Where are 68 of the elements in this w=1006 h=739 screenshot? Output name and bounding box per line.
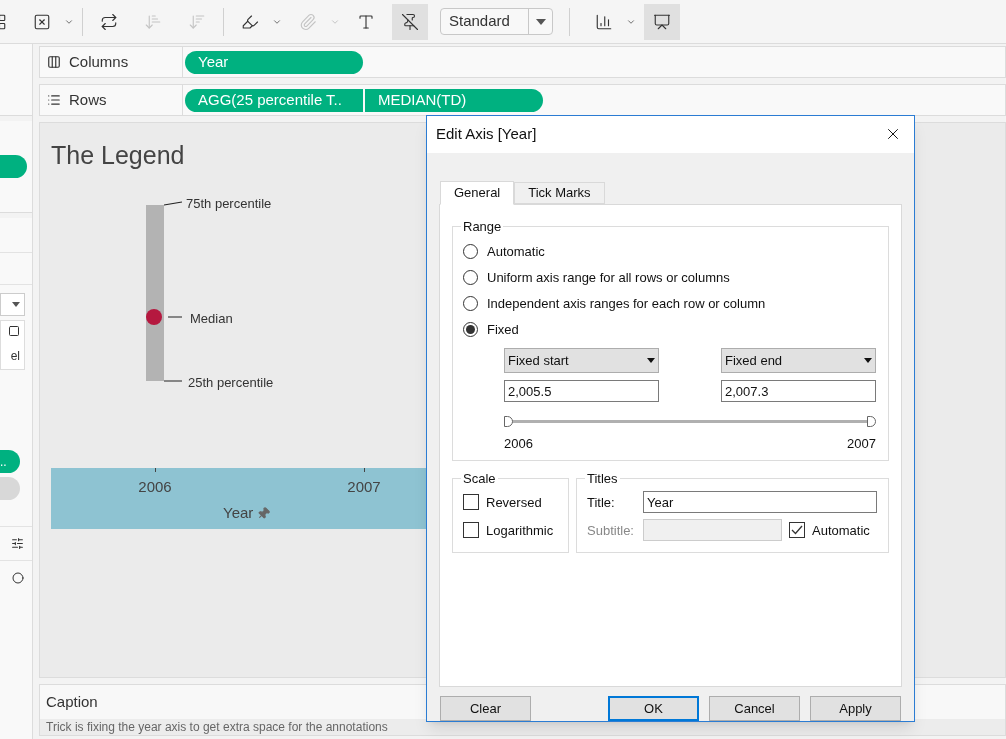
shelf-label: Columns (69, 51, 129, 72)
annotation-label: 75th percentile (186, 194, 272, 213)
group-label: Titles (586, 469, 619, 488)
dialog-button[interactable]: Clear (440, 696, 531, 721)
radio-button[interactable] (463, 321, 478, 337)
dropdown-arrow-icon (12, 302, 20, 307)
axis-tick-label: 2007 (347, 476, 381, 497)
title-field[interactable]: Year (643, 491, 877, 514)
bar-chart-icon (595, 12, 613, 31)
checkbox-label: Automatic (812, 521, 870, 540)
slider-thumb[interactable] (867, 416, 876, 428)
text-card-icon (8, 325, 20, 337)
text-box-icon (357, 12, 375, 31)
dialog-button[interactable]: Cancel (709, 696, 800, 721)
slider-thumb[interactable] (504, 416, 513, 428)
swap-icon (100, 12, 118, 31)
dropdown-arrow-icon (864, 358, 872, 364)
check-icon (791, 525, 803, 536)
radio-button[interactable] (463, 243, 478, 259)
annotation-label: Median (190, 309, 233, 328)
card-label: el (10, 348, 20, 365)
annotation-label: 25th percentile (188, 373, 274, 392)
tab[interactable]: Tick Marks (514, 181, 605, 204)
sliders-icon (11, 537, 24, 550)
dialog-button[interactable]: OK (608, 696, 699, 721)
radio-label: Uniform axis range for all rows or columns (487, 268, 730, 287)
checkbox[interactable] (463, 522, 479, 539)
slider-label: 2007 (847, 435, 876, 454)
dialog-button[interactable]: Apply (810, 696, 901, 721)
pin-off-icon (401, 12, 419, 31)
radio-label: Automatic (487, 242, 545, 261)
value-field[interactable]: 2,007.3 (721, 380, 876, 403)
field-label: Subtitle: (587, 521, 635, 540)
rows-icon (47, 93, 61, 107)
range-slider[interactable] (504, 416, 876, 428)
dropdown-arrow-icon (535, 18, 546, 25)
dropdown-arrow-icon (647, 358, 655, 364)
checkbox[interactable] (789, 522, 805, 539)
shelf-label: Rows (69, 89, 107, 110)
caption-header: Caption (46, 691, 98, 712)
field-pill[interactable] (0, 155, 27, 178)
checkbox-label: Logarithmic (486, 521, 554, 540)
slider-label: 2006 (504, 435, 533, 454)
fit-dropdown[interactable]: Standard (440, 8, 553, 35)
group-label: Range (462, 217, 503, 236)
field-label: Title: (587, 493, 616, 512)
presentation-icon (653, 12, 671, 31)
label-card[interactable]: el (0, 320, 25, 370)
circle-icon (12, 572, 24, 584)
radio-label: Independent axis ranges for each row or column (487, 294, 766, 313)
columns-icon (47, 55, 61, 69)
radio-button[interactable] (463, 295, 478, 311)
checkbox-label: Reversed (486, 493, 542, 512)
view-title: The Legend (51, 140, 186, 171)
dialog-title: Edit Axis [Year] (436, 124, 537, 145)
mark-type-dropdown[interactable] (0, 293, 25, 316)
mode-dropdown[interactable]: Fixed end (721, 348, 876, 374)
checkbox[interactable] (463, 494, 479, 511)
toolbar-button[interactable] (392, 3, 428, 40)
tab[interactable]: General (440, 180, 515, 205)
mode-dropdown[interactable]: Fixed start (504, 348, 659, 374)
toolbar-button[interactable] (644, 3, 680, 40)
axis-title: Year (223, 503, 254, 523)
axis-tick-label: 2006 (138, 476, 172, 497)
value-field[interactable]: 2,005.5 (504, 380, 659, 403)
radio-label: Fixed (487, 320, 519, 339)
group-label: Scale (462, 469, 497, 488)
radio-button[interactable] (463, 269, 478, 285)
